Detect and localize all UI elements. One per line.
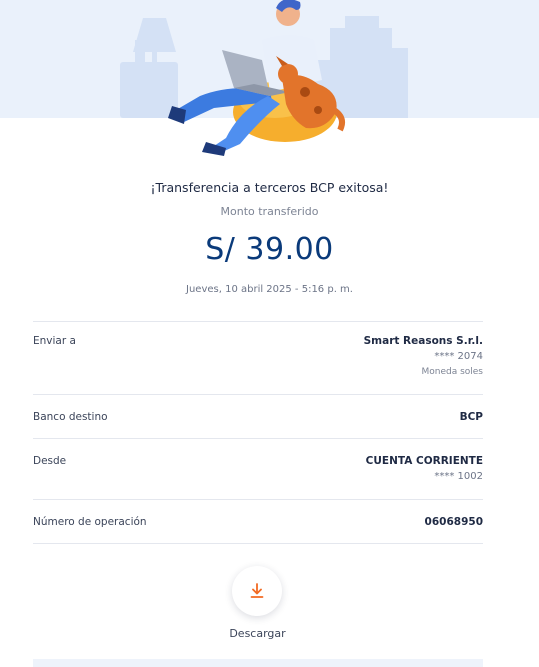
- divider: [33, 543, 483, 544]
- send-to-currency: Moneda soles: [421, 367, 483, 377]
- bank-value: BCP: [459, 411, 483, 423]
- from-value: CUENTA CORRIENTE: [365, 455, 483, 467]
- success-title: ¡Transferencia a terceros BCP exitosa!: [150, 180, 389, 195]
- bottom-panel: [33, 659, 483, 667]
- send-to-account: **** 2074: [434, 351, 483, 362]
- row-from: Desde CUENTA CORRIENTE **** 1002: [33, 455, 483, 491]
- divider: [33, 438, 483, 439]
- row-bank: Banco destino BCP: [33, 411, 483, 431]
- row-send-to: Enviar a Smart Reasons S.r.l. **** 2074 …: [33, 335, 483, 385]
- download-label[interactable]: Descargar: [0, 627, 515, 640]
- transaction-date: Jueves, 10 abril 2025 - 5:16 p. m.: [186, 284, 353, 295]
- from-label: Desde: [33, 455, 67, 467]
- from-account: **** 1002: [434, 471, 483, 482]
- hero-illustration: [120, 0, 408, 156]
- divider: [33, 321, 483, 322]
- hero-banner: [0, 0, 539, 156]
- divider: [33, 499, 483, 500]
- download-icon: [250, 583, 264, 598]
- divider: [33, 394, 483, 395]
- row-operation: Número de operación 06068950: [33, 516, 483, 536]
- send-to-label: Enviar a: [33, 335, 76, 347]
- operation-value: 06068950: [424, 516, 483, 528]
- amount-value: S/ 39.00: [205, 232, 334, 267]
- download-button[interactable]: [232, 566, 282, 616]
- amount-label: Monto transferido: [220, 205, 319, 218]
- operation-label: Número de operación: [33, 516, 147, 528]
- send-to-name: Smart Reasons S.r.l.: [363, 335, 483, 347]
- bank-label: Banco destino: [33, 411, 108, 423]
